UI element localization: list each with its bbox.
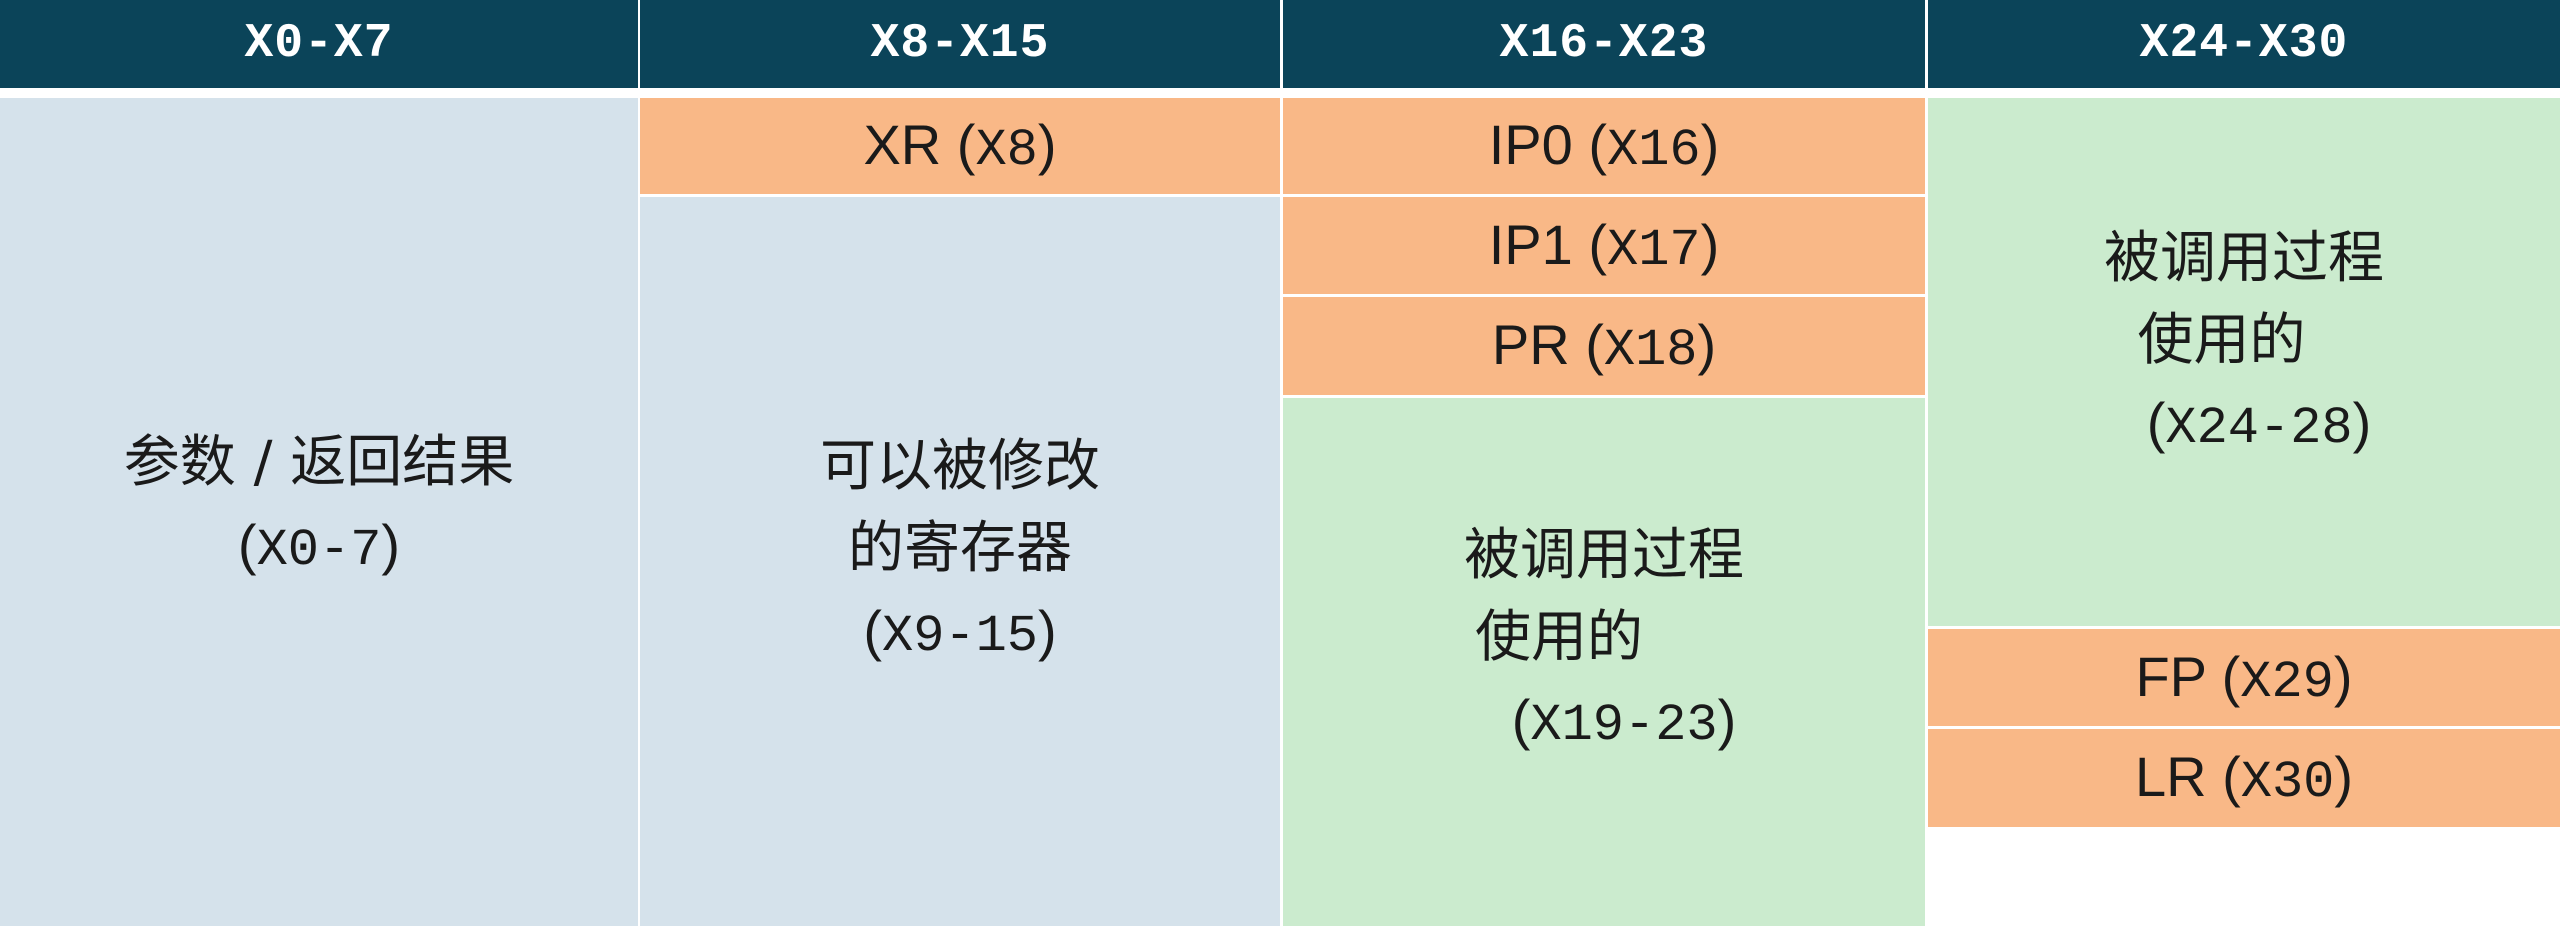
lr-register: LR (X30) bbox=[1928, 729, 2560, 827]
ip1-register-label: IP1 (X17) bbox=[1488, 212, 1720, 280]
callee-saved-line2-x24-28: 使用的 bbox=[2137, 308, 2306, 373]
pr-register: PR (X18) bbox=[1283, 297, 1925, 395]
ip0-register-label: IP0 (X16) bbox=[1488, 113, 1720, 180]
callee-saved-line2-x19-23: 使用的 bbox=[1475, 605, 1643, 670]
args-return-block: 参数 / 返回结果 (X0-7) bbox=[0, 98, 638, 926]
xr-register: XR (X8) bbox=[640, 98, 1280, 194]
callee-saved-range-x19-23: (X19-23) bbox=[1511, 688, 1737, 755]
callee-saved-text-x24-28: 被调用过程 使用的 (X24-28) bbox=[2104, 218, 2384, 470]
fp-register: FP (X29) bbox=[1928, 629, 2560, 726]
args-return-text: 参数 / 返回结果 (X0-7) bbox=[124, 422, 514, 592]
caller-saved-title: 可以被修改的寄存器 bbox=[820, 433, 1100, 581]
args-return-range: (X0-7) bbox=[237, 513, 401, 580]
ip1-register: IP1 (X17) bbox=[1283, 197, 1925, 294]
xr-register-label: XR (X8) bbox=[863, 113, 1057, 180]
callee-saved-block-x19-23: 被调用过程 使用的 (X19-23) bbox=[1283, 398, 1925, 926]
fp-register-label: FP (X29) bbox=[2135, 644, 2353, 712]
callee-saved-block-x24-28: 被调用过程 使用的 (X24-28) bbox=[1928, 98, 2560, 626]
caller-saved-text: 可以被修改的寄存器 (X9-15) bbox=[810, 426, 1110, 678]
callee-saved-line1-x19-23: 被调用过程 bbox=[1464, 523, 1744, 588]
header-x16-x23: X16-X23 bbox=[1283, 0, 1925, 88]
ip0-register: IP0 (X16) bbox=[1283, 98, 1925, 194]
lr-register-label: LR (X30) bbox=[2134, 745, 2354, 812]
callee-saved-range-x24-28: (X24-28) bbox=[2146, 391, 2372, 458]
callee-saved-line1-x24-28: 被调用过程 bbox=[2104, 226, 2384, 291]
header-x8-x15: X8-X15 bbox=[640, 0, 1280, 88]
header-x0-x7: X0-X7 bbox=[0, 0, 638, 88]
caller-saved-block: 可以被修改的寄存器 (X9-15) bbox=[640, 197, 1280, 926]
args-return-title: 参数 / 返回结果 bbox=[123, 430, 515, 495]
callee-saved-text-x19-23: 被调用过程 使用的 (X19-23) bbox=[1464, 515, 1744, 767]
caller-saved-range: (X9-15) bbox=[863, 598, 1057, 666]
header-x24-x30: X24-X30 bbox=[1928, 0, 2560, 88]
pr-register-label: PR (X18) bbox=[1491, 313, 1717, 380]
